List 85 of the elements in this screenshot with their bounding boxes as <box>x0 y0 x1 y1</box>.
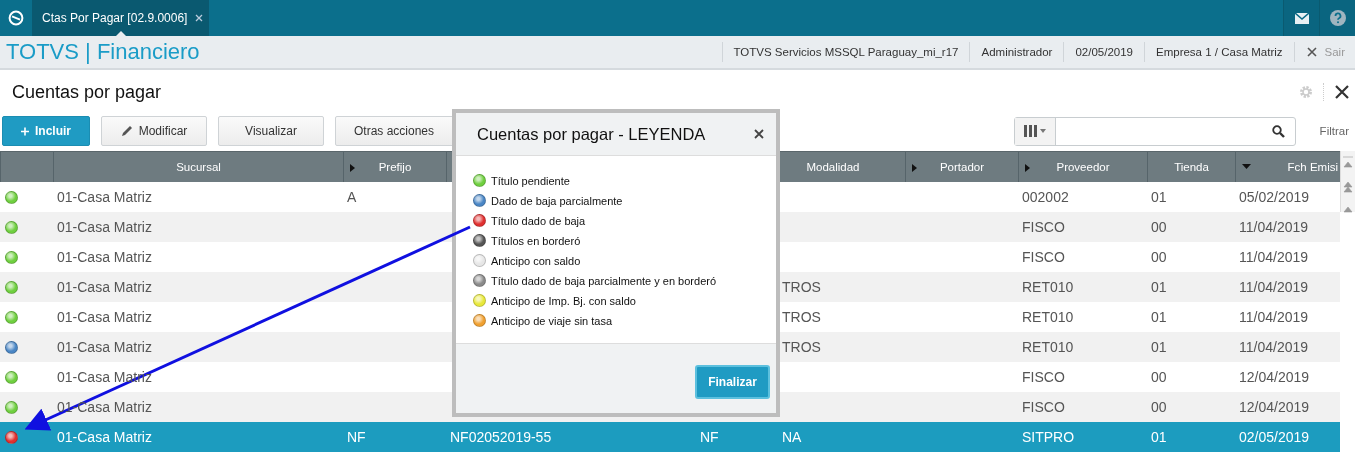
legend-label: Título pendiente <box>491 174 570 187</box>
table-cell: 11/04/2019 <box>1239 219 1309 235</box>
table-cell: 00 <box>1151 399 1167 415</box>
column-header[interactable]: Tienda <box>1147 152 1235 182</box>
table-cell: TROS <box>782 279 821 295</box>
table-cell: RET010 <box>1022 339 1074 355</box>
brand-title: TOTVS | Financiero <box>6 39 200 65</box>
table-cell: 11/04/2019 <box>1239 249 1309 265</box>
session-info: Administrador <box>969 42 1064 62</box>
legend-label: Título dado de baja <box>491 214 586 227</box>
help-icon[interactable] <box>1319 0 1355 36</box>
view-button[interactable]: Visualizar <box>218 116 324 146</box>
close-icon[interactable] <box>1335 85 1349 99</box>
columns-icon[interactable] <box>1023 125 1046 137</box>
table-cell: 12/04/2019 <box>1239 399 1310 415</box>
table-cell: 05/02/2019 <box>1239 189 1310 205</box>
table-cell: FISCO <box>1022 219 1065 235</box>
table-cell: 00 <box>1151 369 1167 385</box>
page-title: Cuentas por pagar <box>12 81 162 103</box>
table-cell: NF02052019-55 <box>450 429 552 445</box>
table-cell: FISCO <box>1022 249 1065 265</box>
table-cell: A <box>347 189 357 205</box>
session-info: Empresa 1 / Casa Matriz <box>1144 42 1294 62</box>
table-cell: RET010 <box>1022 309 1074 325</box>
column-header[interactable]: Prefijo <box>343 152 446 182</box>
table-cell: 01 <box>1151 309 1167 325</box>
table-cell: 11/04/2019 <box>1239 279 1309 295</box>
table-cell: 12/04/2019 <box>1239 369 1310 385</box>
logo-icon[interactable] <box>8 10 24 26</box>
plus-icon <box>21 125 29 137</box>
legend-label: Título dado de baja parcialmente y en borderó <box>491 274 717 287</box>
legend-label: Anticipo de viaje sin tasa <box>491 314 613 327</box>
column-header[interactable]: Portador <box>905 152 1018 182</box>
scrollbar[interactable] <box>1340 151 1355 212</box>
program-tab[interactable]: Ctas Por Pagar [02.9.0006] <box>32 0 210 36</box>
table-cell: 01-Casa Matriz <box>57 309 152 325</box>
table-cell: 02/05/2019 <box>1239 429 1310 445</box>
table-cell: 01 <box>1151 429 1167 445</box>
expand-icon[interactable] <box>350 164 355 172</box>
close-icon[interactable] <box>754 129 764 139</box>
table-cell: 002002 <box>1022 189 1069 205</box>
column-header[interactable]: Sucursal <box>53 152 343 182</box>
legend-label: Dado de baja parcialmente <box>491 194 623 207</box>
table-cell: 01-Casa Matriz <box>57 279 152 295</box>
search-icon[interactable] <box>1271 124 1285 138</box>
column-header[interactable]: Proveedor <box>1018 152 1147 182</box>
table-cell: 00 <box>1151 249 1167 265</box>
table-cell: RET010 <box>1022 279 1074 295</box>
mail-icon[interactable] <box>1283 0 1319 36</box>
close-icon <box>1306 47 1317 57</box>
table-cell: 01-Casa Matriz <box>57 219 152 235</box>
table-cell: 01-Casa Matriz <box>57 339 152 355</box>
dialog-title: Cuentas por pagar - LEYENDA <box>477 124 706 144</box>
table-cell: SITPRO <box>1022 429 1075 445</box>
table-cell: 01-Casa Matriz <box>57 249 152 265</box>
table-cell: NA <box>782 429 802 445</box>
table-cell: 01-Casa Matriz <box>57 429 152 445</box>
table-cell: TROS <box>782 309 821 325</box>
session-info: 02/05/2019 <box>1063 42 1144 62</box>
table-cell: 00 <box>1151 219 1167 235</box>
search-field[interactable] <box>1013 116 1296 146</box>
legend-label: Anticipo de Imp. Bj. con saldo <box>491 294 636 307</box>
expand-icon[interactable] <box>1025 164 1030 172</box>
table-cell: 01 <box>1151 339 1167 355</box>
table-cell: 01 <box>1151 189 1167 205</box>
sort-down-icon[interactable] <box>1242 164 1251 169</box>
expand-icon[interactable] <box>912 164 917 172</box>
table-cell: FISCO <box>1022 369 1065 385</box>
filter-link[interactable]: Filtrar <box>1319 125 1353 137</box>
legend-label: Títulos en borderó <box>491 234 581 247</box>
table-cell: 11/04/2019 <box>1239 309 1309 325</box>
table-cell: NF <box>347 429 366 445</box>
logout-button[interactable]: Sair <box>1293 42 1355 62</box>
edit-button[interactable]: Modificar <box>101 116 207 146</box>
session-info: TOTVS Servicios MSSQL Paraguay_mi_r17 <box>721 42 970 62</box>
table-cell: NF <box>700 429 719 445</box>
finish-button[interactable]: Finalizar <box>695 365 770 399</box>
table-cell: 11/04/2019 <box>1239 339 1309 355</box>
table-cell: TROS <box>782 339 821 355</box>
legend-label: Anticipo con saldo <box>491 254 581 267</box>
table-cell: FISCO <box>1022 399 1065 415</box>
table-cell: 01-Casa Matriz <box>57 189 152 205</box>
pencil-icon <box>120 125 133 137</box>
include-button[interactable]: Incluir <box>2 116 90 146</box>
table-cell: 01 <box>1151 279 1167 295</box>
